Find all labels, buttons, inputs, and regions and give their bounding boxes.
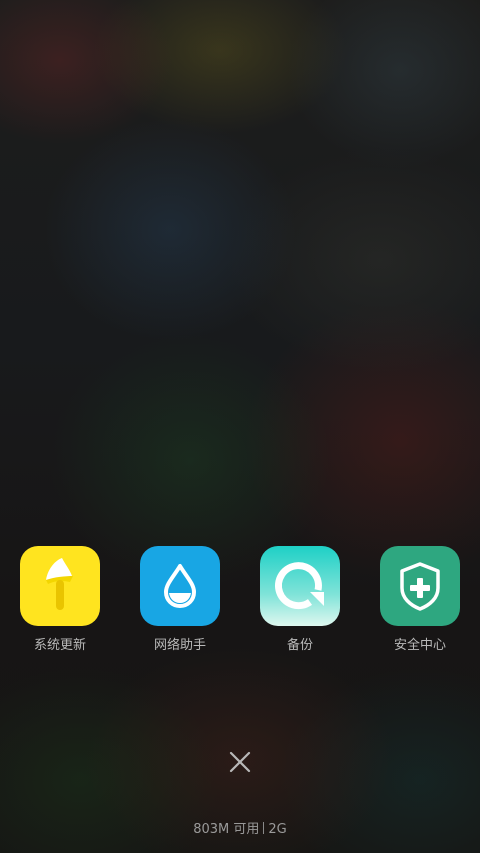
divider	[263, 822, 265, 834]
recent-app-system-update[interactable]: 系统更新	[0, 546, 120, 653]
close-icon	[229, 751, 251, 773]
close-all-button[interactable]	[220, 742, 260, 782]
system-update-icon	[20, 546, 100, 626]
app-label: 网络助手	[153, 638, 206, 653]
app-label: 系统更新	[33, 638, 86, 653]
recent-app-security-center[interactable]: 安全中心	[360, 546, 480, 653]
security-center-icon	[380, 546, 460, 626]
memory-status: 803M 可用 2G	[0, 818, 480, 837]
memory-available: 803M 可用	[193, 822, 260, 837]
network-assistant-icon	[140, 546, 220, 626]
wallpaper-background	[0, 0, 480, 853]
app-label: 安全中心	[393, 638, 446, 653]
recent-apps-row: 系统更新 网络助手 备份 安全中心	[0, 546, 480, 656]
recent-app-backup[interactable]: 备份	[240, 546, 360, 653]
recent-app-network-assistant[interactable]: 网络助手	[120, 546, 240, 653]
memory-total: 2G	[268, 822, 287, 837]
backup-icon	[260, 546, 340, 626]
app-label: 备份	[286, 638, 313, 653]
